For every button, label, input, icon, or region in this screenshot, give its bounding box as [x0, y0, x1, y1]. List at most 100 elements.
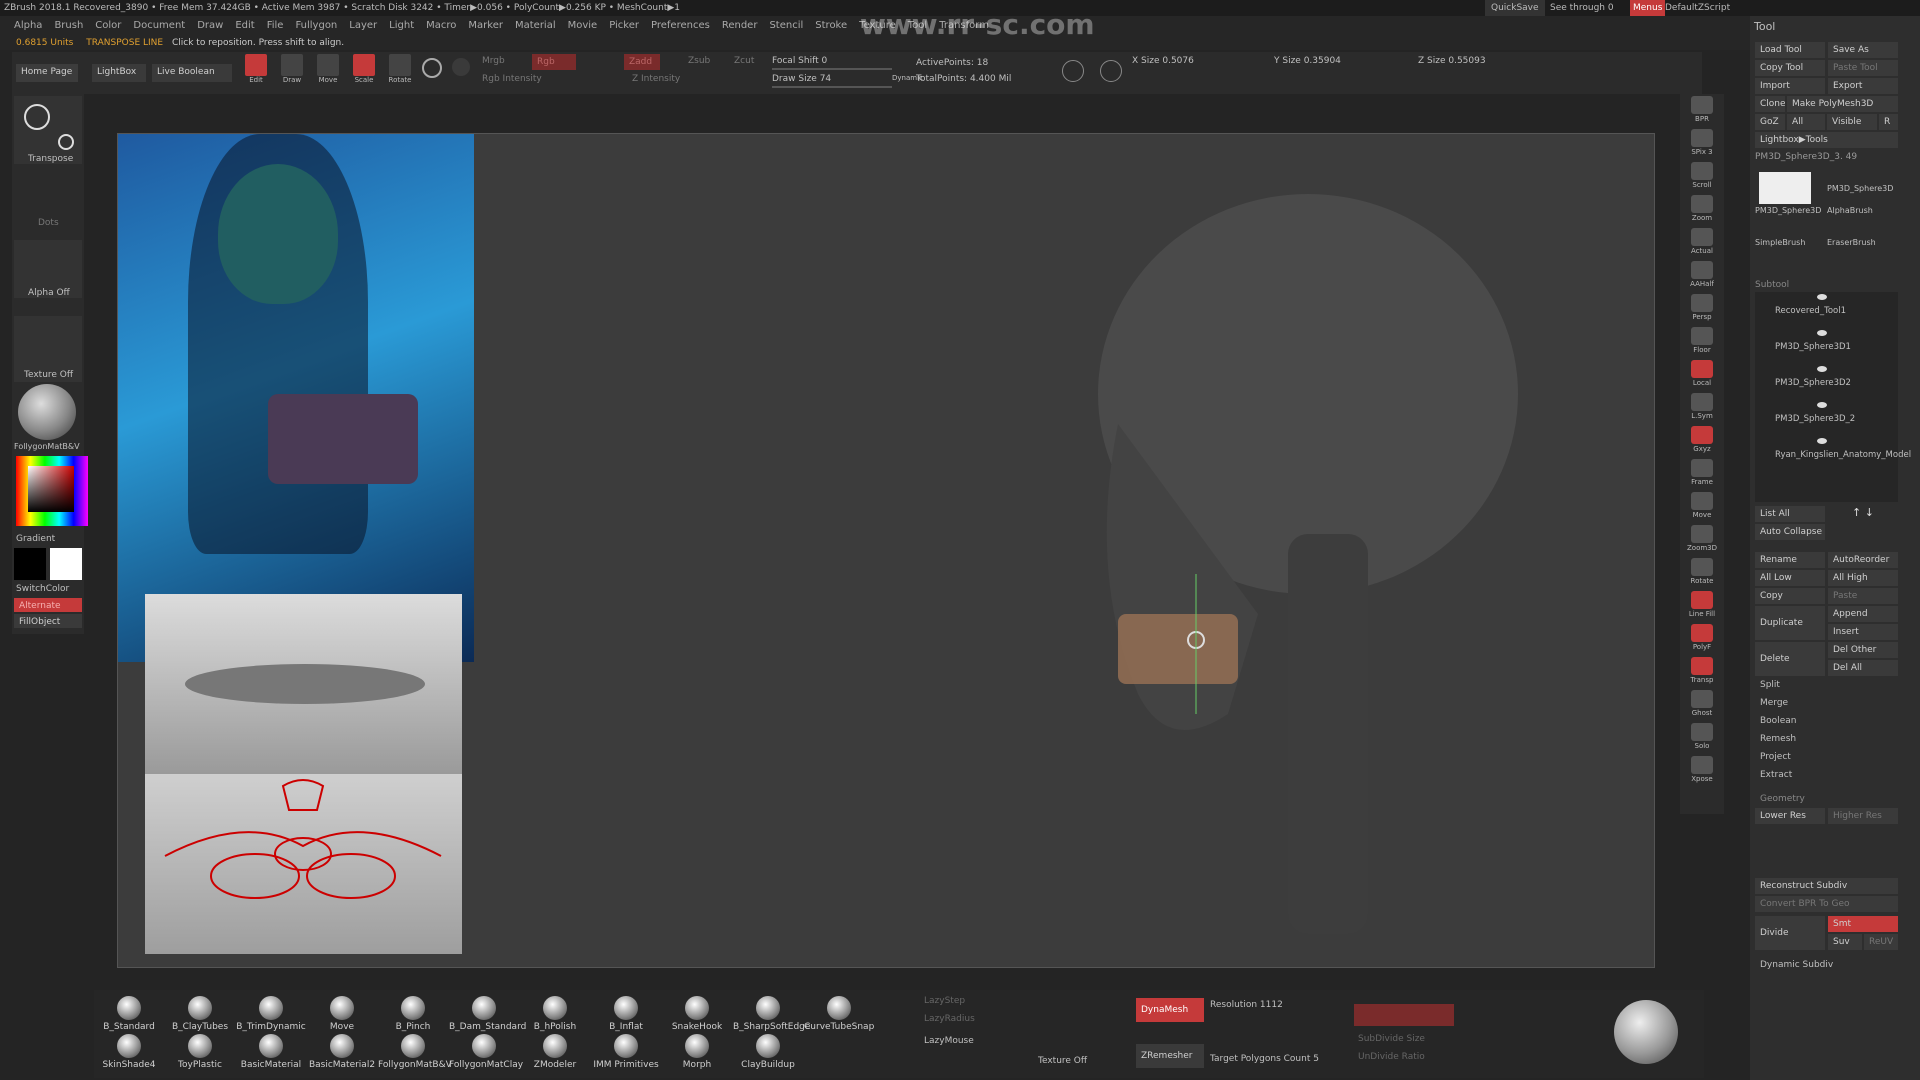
insert-button[interactable]: Insert: [1828, 624, 1898, 640]
menu-item-stroke[interactable]: Stroke: [815, 20, 847, 31]
nav-polyf[interactable]: PolyF: [1684, 622, 1720, 656]
rgb-button[interactable]: Rgb: [532, 54, 576, 70]
nav-rotate[interactable]: Rotate: [1684, 556, 1720, 590]
menu-item-file[interactable]: File: [267, 20, 284, 31]
goz-all-button[interactable]: All: [1787, 114, 1825, 130]
menu-item-light[interactable]: Light: [389, 20, 414, 31]
lower-res-button[interactable]: Lower Res: [1755, 808, 1825, 824]
brush-morph[interactable]: Morph: [662, 1034, 732, 1070]
higher-res-button[interactable]: Higher Res: [1828, 808, 1898, 824]
skull-model[interactable]: [998, 174, 1598, 934]
secondary-color-swatch[interactable]: [14, 548, 46, 580]
zremesher-button[interactable]: ZRemesher: [1136, 1044, 1204, 1068]
tool-thumb-4[interactable]: EraserBrush: [1827, 238, 1876, 247]
lazy-mouse-button[interactable]: LazyMouse: [924, 1036, 974, 1046]
nav-line-fill[interactable]: Line Fill: [1684, 589, 1720, 623]
texture-selector[interactable]: Texture Off: [14, 316, 82, 382]
brush-b-sharpsoftedge[interactable]: B_SharpSoftEdge: [733, 996, 810, 1032]
subtool-op-project[interactable]: Project: [1760, 752, 1791, 762]
brush-b-dam-standard[interactable]: B_Dam_Standard: [449, 996, 526, 1032]
subtool-op-boolean[interactable]: Boolean: [1760, 716, 1796, 726]
gizmo-toggle-icon[interactable]: [422, 58, 442, 78]
visibility-eye-icon[interactable]: [1817, 366, 1827, 372]
color-picker[interactable]: [14, 456, 88, 536]
brush-b-claytubes[interactable]: B_ClayTubes: [165, 996, 235, 1032]
menus-button[interactable]: Menus: [1630, 0, 1666, 16]
dynamesh-options-bar[interactable]: [1354, 1004, 1454, 1026]
subtool-op-extract[interactable]: Extract: [1760, 770, 1792, 780]
brush-imm-primitives[interactable]: IMM Primitives: [591, 1034, 661, 1070]
copy-subtool-button[interactable]: Copy: [1755, 588, 1825, 604]
home-page-button[interactable]: Home Page: [16, 64, 78, 82]
tool-thumb-1[interactable]: PM3D_Sphere3D: [1827, 184, 1893, 193]
subtool-op-split[interactable]: Split: [1760, 680, 1780, 690]
nav-floor[interactable]: Floor: [1684, 325, 1720, 359]
visibility-eye-icon[interactable]: [1817, 330, 1827, 336]
mrgb-button[interactable]: Mrgb: [482, 56, 505, 66]
x-size-slider[interactable]: X Size 0.5076: [1132, 56, 1194, 66]
visibility-eye-icon[interactable]: [1817, 438, 1827, 444]
draw-button[interactable]: Draw: [278, 52, 306, 88]
main-color-swatch[interactable]: [50, 548, 82, 580]
divide-button[interactable]: Divide: [1755, 916, 1825, 950]
zadd-button[interactable]: Zadd: [624, 54, 660, 70]
nav-transp[interactable]: Transp: [1684, 655, 1720, 689]
tool-thumb-0[interactable]: PM3D_Sphere3D: [1755, 206, 1821, 215]
rgb-intensity-slider[interactable]: Rgb Intensity: [482, 74, 542, 84]
menu-item-draw[interactable]: Draw: [197, 20, 223, 31]
menu-item-alpha[interactable]: Alpha: [14, 20, 42, 31]
menu-item-marker[interactable]: Marker: [468, 20, 503, 31]
copy-tool-button[interactable]: Copy Tool: [1755, 60, 1825, 76]
subtool-op-merge[interactable]: Merge: [1760, 698, 1788, 708]
menu-item-picker[interactable]: Picker: [609, 20, 639, 31]
menu-item-brush[interactable]: Brush: [54, 20, 83, 31]
color-saturation-box[interactable]: [28, 466, 74, 512]
duplicate-button[interactable]: Duplicate: [1755, 606, 1825, 640]
z-size-slider[interactable]: Z Size 0.55093: [1418, 56, 1486, 66]
brush-toyplastic[interactable]: ToyPlastic: [165, 1034, 235, 1070]
del-all-button[interactable]: Del All: [1828, 660, 1898, 676]
paste-subtool-button[interactable]: Paste: [1828, 588, 1898, 604]
quicksave-button[interactable]: QuickSave: [1485, 0, 1545, 16]
lazy-radius-slider[interactable]: LazyRadius: [924, 1014, 975, 1024]
all-low-button[interactable]: All Low: [1755, 570, 1825, 586]
convert-bpr-button[interactable]: Convert BPR To Geo: [1755, 896, 1898, 912]
menu-item-edit[interactable]: Edit: [235, 20, 254, 31]
material-selector[interactable]: FollygonMatB&V: [14, 384, 82, 454]
visibility-eye-icon[interactable]: [1817, 402, 1827, 408]
brush-snakehook[interactable]: SnakeHook: [662, 996, 732, 1032]
brush-move[interactable]: Move: [307, 996, 377, 1032]
append-button[interactable]: Append: [1828, 606, 1898, 622]
rotate-button[interactable]: Rotate: [386, 52, 414, 88]
brush-b-pinch[interactable]: B_Pinch: [378, 996, 448, 1032]
subtool-item[interactable]: PM3D_Sphere3D_2: [1775, 414, 1855, 424]
nav-frame[interactable]: Frame: [1684, 457, 1720, 491]
tool-thumb-2[interactable]: AlphaBrush: [1827, 206, 1873, 215]
transpose-button[interactable]: Transpose: [14, 96, 82, 164]
save-as-button[interactable]: Save As: [1828, 42, 1898, 58]
brush-skinshade4[interactable]: SkinShade4: [94, 1034, 164, 1070]
menu-item-stencil[interactable]: Stencil: [769, 20, 803, 31]
viewport-navigation-sphere[interactable]: [1614, 1000, 1678, 1064]
nav-persp[interactable]: Persp: [1684, 292, 1720, 326]
zcut-button[interactable]: Zcut: [734, 56, 754, 66]
goz-visible-button[interactable]: Visible: [1827, 114, 1877, 130]
alpha-selector[interactable]: Alpha Off: [14, 240, 82, 298]
menu-item-material[interactable]: Material: [515, 20, 556, 31]
lazy-step-slider[interactable]: LazyStep: [924, 996, 965, 1006]
auto-collapse-button[interactable]: Auto Collapse: [1755, 524, 1825, 540]
undivide-ratio-slider[interactable]: UnDivide Ratio: [1358, 1052, 1425, 1062]
visibility-eye-icon[interactable]: [1817, 294, 1827, 300]
make-polymesh-button[interactable]: Make PolyMesh3D: [1787, 96, 1898, 112]
edit-button[interactable]: Edit: [242, 52, 270, 88]
brush-b-inflat[interactable]: B_Inflat: [591, 996, 661, 1032]
nav-scroll[interactable]: Scroll: [1684, 160, 1720, 194]
reconstruct-subdiv-button[interactable]: Reconstruct Subdiv: [1755, 878, 1898, 894]
import-button[interactable]: Import: [1755, 78, 1825, 94]
nav-local[interactable]: Local: [1684, 358, 1720, 392]
brush-b-standard[interactable]: B_Standard: [94, 996, 164, 1032]
menu-item-fullygon[interactable]: Fullygon: [295, 20, 337, 31]
auto-reorder-button[interactable]: AutoReorder: [1828, 552, 1898, 568]
nav-move[interactable]: Move: [1684, 490, 1720, 524]
current-tool-preview[interactable]: [1759, 172, 1811, 204]
